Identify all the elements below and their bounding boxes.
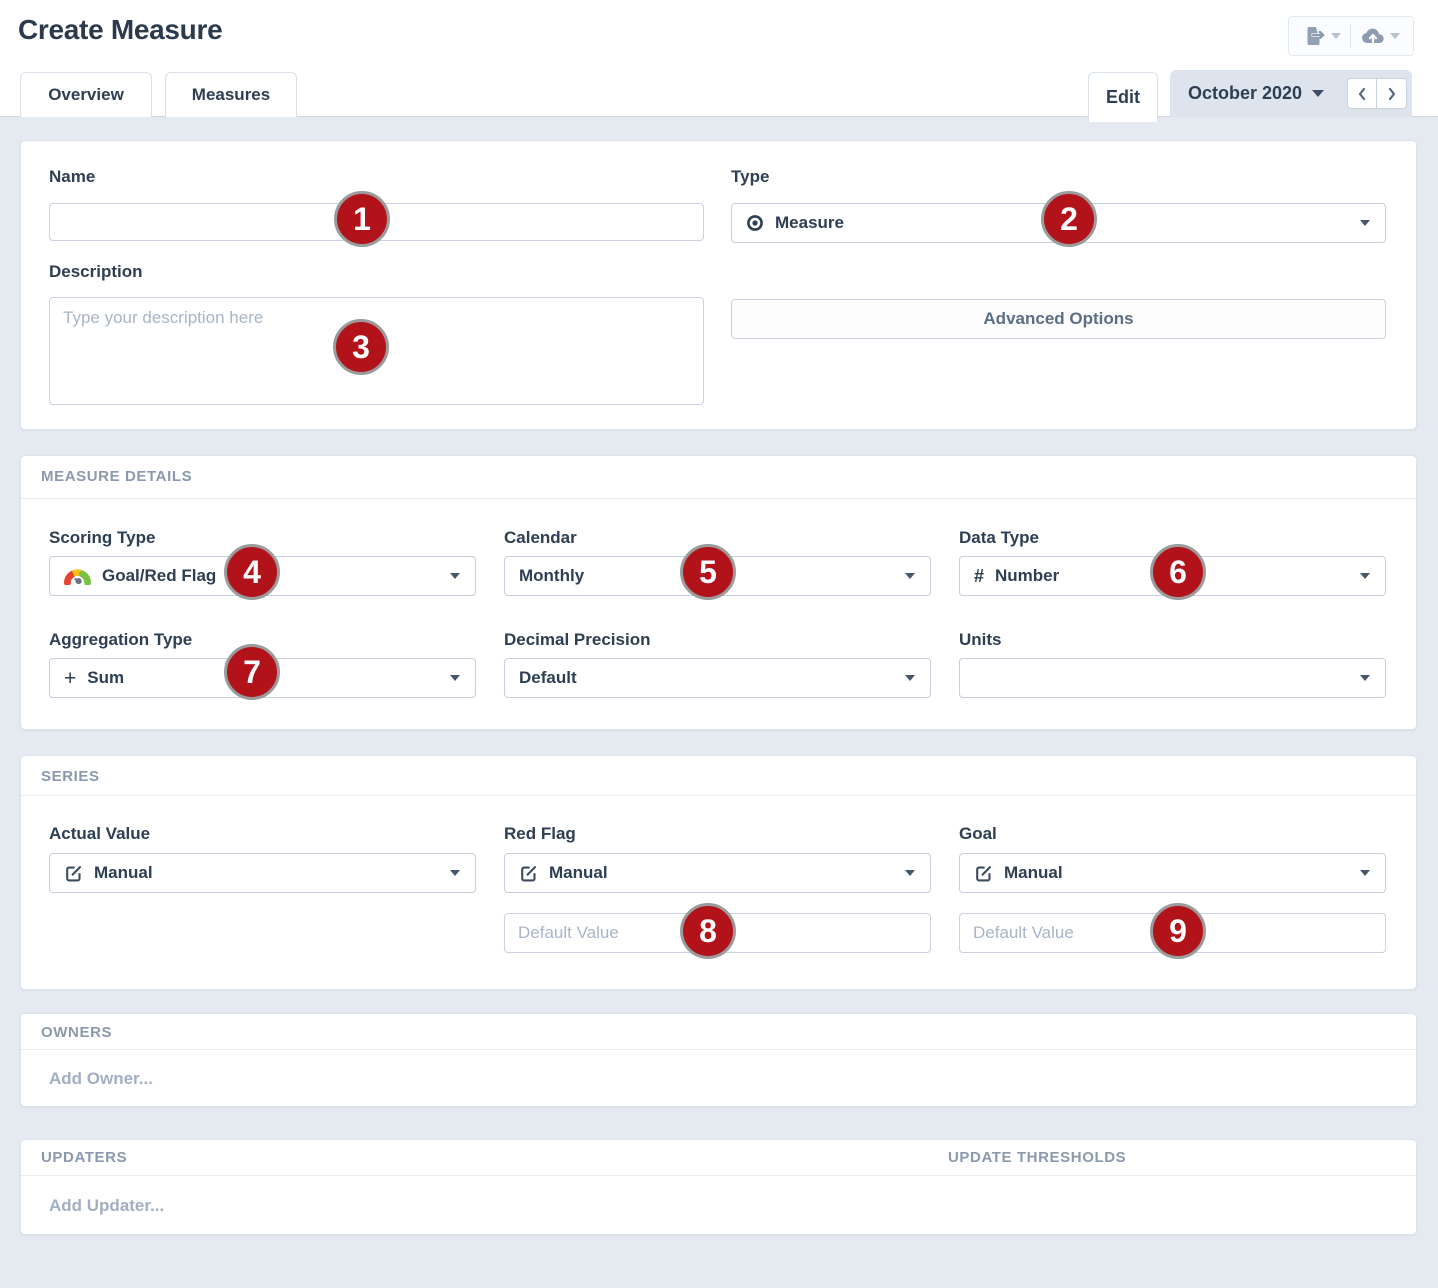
edit-icon xyxy=(974,864,993,883)
add-owner-field[interactable]: Add Owner... xyxy=(49,1069,153,1089)
units-label: Units xyxy=(959,630,1002,650)
advanced-options-button[interactable]: Advanced Options xyxy=(731,299,1386,339)
edit-icon xyxy=(64,864,83,883)
chevron-down-icon xyxy=(450,675,460,681)
decimal-precision-select[interactable]: Default xyxy=(504,658,931,698)
chevron-down-icon xyxy=(905,870,915,876)
goal-value: Manual xyxy=(1004,863,1063,883)
upload-caret-icon xyxy=(1390,33,1400,39)
update-thresholds-header: UPDATE THRESHOLDS xyxy=(948,1149,1126,1166)
section-divider xyxy=(21,1175,1416,1176)
gauge-icon xyxy=(64,568,91,585)
calendar-value: Monthly xyxy=(519,566,584,586)
decimal-precision-label: Decimal Precision xyxy=(504,630,650,650)
type-label: Type xyxy=(731,167,769,187)
chevron-down-icon xyxy=(905,573,915,579)
previous-period-button[interactable] xyxy=(1347,78,1377,109)
period-dropdown[interactable]: October 2020 xyxy=(1188,83,1302,104)
edit-icon xyxy=(519,864,538,883)
chevron-down-icon xyxy=(450,870,460,876)
tab-overview-label: Overview xyxy=(48,85,124,105)
decimal-precision-value: Default xyxy=(519,668,577,688)
period-nav xyxy=(1347,78,1407,109)
next-period-button[interactable] xyxy=(1377,78,1407,109)
owners-header: OWNERS xyxy=(41,1024,112,1041)
section-divider xyxy=(21,498,1416,499)
section-divider xyxy=(21,1049,1416,1050)
file-export-icon xyxy=(1303,24,1327,48)
chevron-down-icon xyxy=(1360,675,1370,681)
export-button[interactable] xyxy=(1294,24,1350,48)
units-select[interactable] xyxy=(959,658,1386,698)
tab-edit-label: Edit xyxy=(1106,87,1140,108)
chevron-down-icon xyxy=(1360,870,1370,876)
chevron-down-icon xyxy=(905,675,915,681)
scoring-type-label: Scoring Type xyxy=(49,528,155,548)
section-divider xyxy=(21,795,1416,796)
red-flag-select[interactable]: Manual xyxy=(504,853,931,893)
tab-measures[interactable]: Measures xyxy=(165,72,297,117)
type-value: Measure xyxy=(775,213,844,233)
period-selector: October 2020 xyxy=(1170,70,1412,117)
goal-select[interactable]: Manual xyxy=(959,853,1386,893)
annotation-badge-9: 9 xyxy=(1150,903,1206,959)
data-type-value: Number xyxy=(995,566,1059,586)
calendar-label: Calendar xyxy=(504,528,577,548)
name-label: Name xyxy=(49,167,95,187)
annotation-badge-8: 8 xyxy=(680,903,736,959)
chevron-down-icon xyxy=(1360,573,1370,579)
goal-label: Goal xyxy=(959,824,997,844)
number-icon: # xyxy=(974,567,984,585)
annotation-badge-5: 5 xyxy=(680,544,736,600)
upload-button[interactable] xyxy=(1351,25,1409,47)
tab-overview[interactable]: Overview xyxy=(20,72,152,117)
target-icon xyxy=(746,214,764,232)
owners-card: OWNERS Add Owner... xyxy=(20,1013,1417,1107)
chevron-right-icon xyxy=(1387,87,1397,101)
updaters-header: UPDATERS xyxy=(41,1149,127,1166)
red-flag-label: Red Flag xyxy=(504,824,576,844)
data-type-label: Data Type xyxy=(959,528,1039,548)
annotation-badge-2: 2 xyxy=(1041,191,1097,247)
annotation-badge-4: 4 xyxy=(224,544,280,600)
chevron-down-icon xyxy=(1360,220,1370,226)
chevron-down-icon[interactable] xyxy=(1312,90,1324,97)
chevron-down-icon xyxy=(450,573,460,579)
red-flag-value: Manual xyxy=(549,863,608,883)
cloud-upload-icon xyxy=(1360,25,1386,47)
measure-details-header: MEASURE DETAILS xyxy=(41,468,192,485)
chevron-left-icon xyxy=(1357,87,1367,101)
annotation-badge-3: 3 xyxy=(333,319,389,375)
aggregation-type-value: Sum xyxy=(87,668,124,688)
page-title: Create Measure xyxy=(18,14,222,46)
header-toolbar xyxy=(1288,16,1414,56)
aggregation-type-label: Aggregation Type xyxy=(49,630,192,650)
actual-value-select[interactable]: Manual xyxy=(49,853,476,893)
updaters-card: UPDATERS UPDATE THRESHOLDS Add Updater..… xyxy=(20,1139,1417,1235)
general-info-card: Name Type Measure Description Advanced O… xyxy=(20,140,1417,430)
annotation-badge-7: 7 xyxy=(224,644,280,700)
tab-measures-label: Measures xyxy=(192,85,270,105)
export-caret-icon xyxy=(1331,33,1341,39)
tab-edit[interactable]: Edit xyxy=(1088,72,1158,122)
actual-value-label: Actual Value xyxy=(49,824,150,844)
actual-value-value: Manual xyxy=(94,863,153,883)
scoring-type-value: Goal/Red Flag xyxy=(102,566,216,586)
description-label: Description xyxy=(49,262,143,282)
add-updater-field[interactable]: Add Updater... xyxy=(49,1196,164,1216)
series-header: SERIES xyxy=(41,768,100,785)
annotation-badge-6: 6 xyxy=(1150,544,1206,600)
annotation-badge-1: 1 xyxy=(334,191,390,247)
plus-icon: + xyxy=(64,668,76,689)
